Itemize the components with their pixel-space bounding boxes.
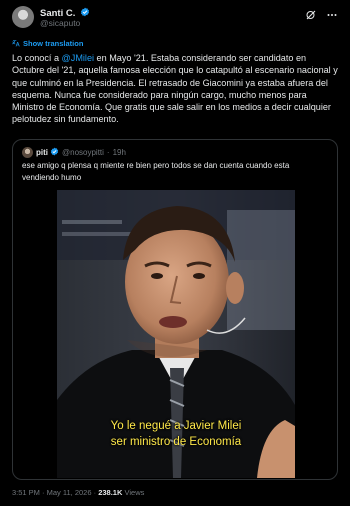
meta-separator: · [93,488,97,497]
video-subtitle-line: ser ministro de Economía [110,436,242,448]
video-player[interactable]: Yo le negué a Javier Milei ser ministro … [57,190,295,478]
video-frame [57,190,295,478]
translate-icon [12,40,20,47]
more-icon[interactable] [326,9,338,21]
quoted-author-handle[interactable]: @nosoypitti [62,148,104,157]
quoted-author-name[interactable]: piti [36,148,48,157]
video-subtitle-line: Yo le negué a Javier Milei [110,420,242,432]
quoted-tweet[interactable]: piti @nosoypitti · 19h ese amigo q plens… [12,139,338,480]
author-avatar[interactable] [12,6,34,28]
meta-separator: · [42,488,45,497]
quoted-author-avatar[interactable] [22,146,33,158]
tweet-date[interactable]: May 11, 2026 [47,488,92,497]
quoted-tweet-time[interactable]: 19h [113,148,126,157]
grok-icon[interactable] [305,9,317,21]
verified-badge-icon [50,143,59,161]
author-handle[interactable]: @sicaputo [40,18,80,28]
tweet-footer: 3:51 PM · May 11, 2026 · 238.1K Views [12,488,144,497]
meta-separator: · [106,147,110,157]
tweet-text: Lo conocí a @JMilei en Mayo '21. Estaba … [12,52,338,126]
tweet-time[interactable]: 3:51 PM [12,488,40,497]
tweet-text-part: en Mayo '21. Estaba considerando ser can… [12,53,338,125]
mention-link[interactable]: @JMilei [62,53,94,63]
quoted-tweet-text: ese amigo q plensa q miente re bien pero… [22,161,290,182]
show-translation-label: Show translation [23,39,84,48]
tweet-header: Santi C. @sicaputo [12,6,338,30]
verified-badge-icon [80,7,90,20]
views-count[interactable]: 238.1K [98,488,122,497]
tweet-text-part: Lo conocí a [12,53,62,63]
views-label: Views [124,488,145,497]
quoted-tweet-header: piti @nosoypitti · 19h [22,146,126,158]
show-translation-link[interactable]: Show translation [12,39,83,48]
